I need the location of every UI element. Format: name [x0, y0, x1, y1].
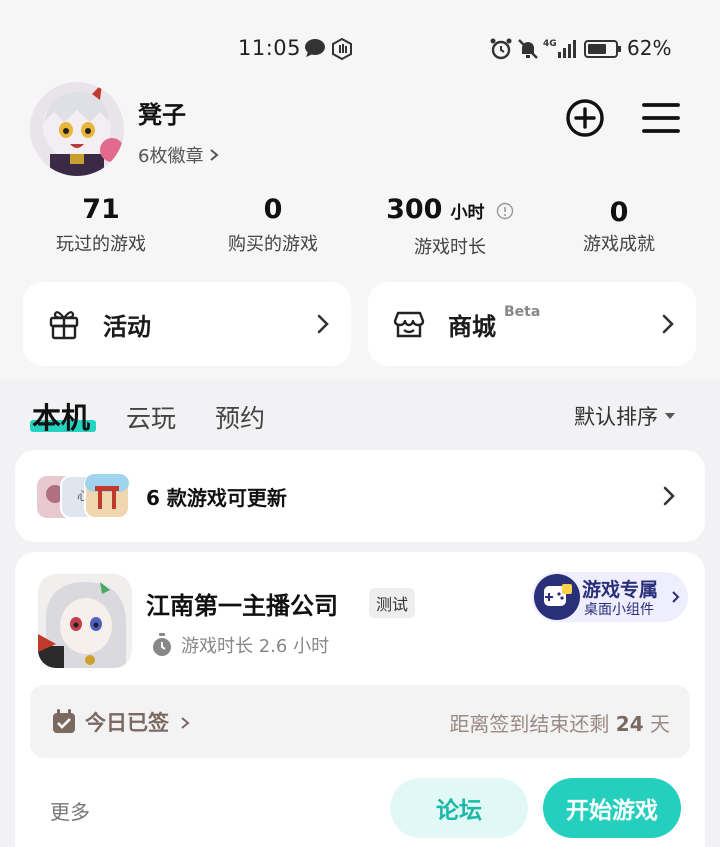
gift-icon — [49, 311, 79, 340]
caret-down-icon — [665, 413, 675, 419]
game-icon[interactable] — [38, 574, 132, 668]
test-tag: 测试 — [369, 588, 416, 618]
stat-label: 购买的游戏 — [228, 234, 318, 255]
avatar-illustration — [30, 82, 124, 176]
status-time: 11:05 — [238, 36, 302, 60]
checkin-icon — [53, 709, 75, 733]
mute-icon — [518, 39, 538, 59]
updates-text: 6 款游戏可更新 — [146, 486, 287, 510]
battery-percent: 62% — [627, 36, 672, 60]
chevron-right-icon — [672, 591, 680, 603]
battery-icon — [584, 40, 621, 58]
stat-play-time[interactable]: 300 小时 游戏时长 — [380, 192, 520, 259]
badges-count: 6枚徽章 — [138, 146, 204, 167]
chevron-right-icon — [317, 314, 329, 334]
activity-label: 活动 — [103, 312, 151, 341]
add-button[interactable] — [565, 98, 605, 138]
update-game-icons: 心 — [37, 474, 130, 519]
desktop-widget-button[interactable]: 游戏专属 桌面小组件 — [532, 572, 688, 622]
stat-label: 玩过的游戏 — [56, 234, 146, 255]
shop-card[interactable]: 商城 Beta — [368, 282, 696, 366]
shop-label: 商城 — [448, 312, 496, 341]
chevron-right-icon — [181, 717, 190, 729]
sort-label: 默认排序 — [574, 405, 658, 429]
info-icon[interactable] — [496, 202, 514, 220]
stat-achievements[interactable]: 0 游戏成就 — [568, 192, 670, 256]
menu-button[interactable] — [641, 100, 681, 136]
stat-purchased-games[interactable]: 0 购买的游戏 — [222, 192, 324, 256]
chevron-right-icon — [210, 149, 220, 161]
stat-value: 300 — [386, 194, 443, 225]
forum-button[interactable]: 论坛 — [390, 778, 528, 838]
stopwatch-icon — [153, 633, 171, 656]
sort-dropdown[interactable]: 默认排序 — [574, 401, 676, 431]
shop-icon — [393, 311, 425, 338]
checkin-remaining: 距离签到结束还剩 24 天 — [449, 708, 670, 737]
stat-label: 游戏时长 — [414, 237, 486, 258]
checkin-remain-days: 24 — [615, 712, 644, 736]
start-game-button[interactable]: 开始游戏 — [543, 778, 681, 838]
widget-subtitle: 桌面小组件 — [584, 602, 654, 618]
stat-value: 0 — [263, 194, 283, 225]
signal-icon: 4G — [543, 39, 576, 58]
game-cover-illustration — [38, 574, 132, 668]
game-card: 江南第一主播公司 测试 游戏时长 2.6 小时 游戏专属 桌面小组件 今日已签 … — [15, 552, 705, 847]
username[interactable]: 凳子 — [138, 95, 186, 130]
beta-badge: Beta — [504, 304, 541, 320]
hand-icon — [332, 38, 352, 60]
chevron-right-icon — [663, 486, 675, 506]
updates-card[interactable]: 心 6 款游戏可更新 — [15, 450, 705, 542]
more-button[interactable]: 更多 — [50, 796, 90, 825]
activity-card[interactable]: 活动 — [23, 282, 351, 366]
stat-value: 71 — [82, 194, 120, 225]
stat-label: 游戏成就 — [583, 234, 655, 255]
checkin-status: 今日已签 — [85, 707, 190, 737]
tab-cloud[interactable]: 云玩 — [126, 399, 176, 435]
checkin-remain-unit: 天 — [650, 712, 670, 736]
chevron-right-icon — [662, 314, 674, 334]
checkin-bar[interactable]: 今日已签 距离签到结束还剩 24 天 — [30, 685, 690, 758]
game-title[interactable]: 江南第一主播公司 — [146, 586, 338, 621]
checkin-remain-prefix: 距离签到结束还剩 — [449, 712, 610, 736]
tab-local[interactable]: 本机 — [32, 395, 90, 437]
game-widget-icon — [534, 574, 580, 620]
avatar[interactable] — [30, 82, 124, 176]
stat-unit: 小时 — [450, 203, 485, 223]
chat-bubble-icon — [305, 39, 325, 57]
playtime-text: 游戏时长 2.6 小时 — [181, 636, 330, 657]
network-label: 4G — [543, 39, 557, 49]
stat-value: 0 — [609, 197, 629, 228]
tab-reserve[interactable]: 预约 — [215, 399, 265, 435]
stat-played-games[interactable]: 71 玩过的游戏 — [50, 192, 152, 256]
widget-title: 游戏专属 — [582, 579, 659, 601]
game-playtime: 游戏时长 2.6 小时 — [151, 632, 329, 658]
stat-value-row: 300 小时 — [380, 192, 520, 231]
checkin-label: 今日已签 — [85, 711, 169, 735]
alarm-icon — [490, 38, 512, 60]
status-bar: 11:05 4G 62% — [0, 30, 720, 66]
badges-link[interactable]: 6枚徽章 — [138, 142, 220, 168]
